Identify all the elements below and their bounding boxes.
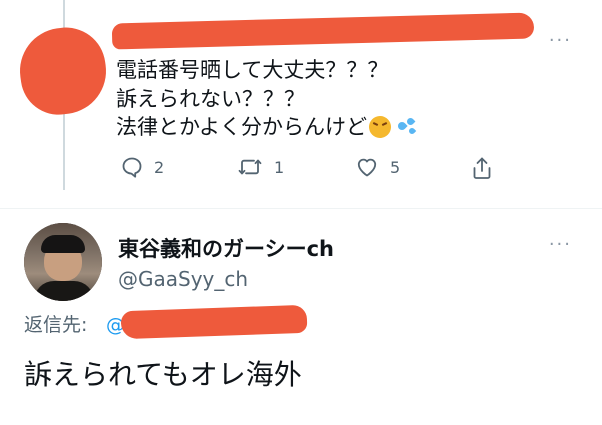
avatar[interactable] (24, 223, 102, 301)
tweet-divider (0, 208, 602, 209)
retweet-count: 1 (274, 157, 285, 177)
reply-to-label: 返信先: (24, 314, 88, 336)
display-name[interactable]: 東谷義和のガーシーch (118, 236, 334, 262)
reply-count: 2 (154, 157, 165, 177)
retweet-icon (238, 159, 262, 175)
tweet-actions: 2 1 5 (116, 155, 506, 185)
tweet-line-1: 電話番号晒して大丈夫？？？ (116, 58, 389, 82)
redacted-avatar (14, 22, 112, 120)
sweat-droplets-emoji (395, 116, 419, 137)
redacted-author-name (111, 12, 535, 50)
tweet-line-3: 法律とかよく分からんけど (116, 113, 419, 142)
redacted-mention (120, 304, 308, 340)
reply-icon (122, 157, 142, 178)
more-options-icon[interactable]: ··· (549, 236, 572, 254)
tweet-body: 電話番号晒して大丈夫？？？ 訴えられない？？？ 法律とかよく分からんけど (116, 56, 419, 142)
tweet-line-2: 訴えられない？？？ (116, 86, 305, 111)
like-count: 5 (390, 157, 401, 177)
tweet-line-3-text: 法律とかよく分からんけど (116, 115, 367, 139)
reply-action[interactable]: 2 (120, 155, 164, 179)
share-action[interactable] (470, 155, 494, 181)
user-handle[interactable]: @GaaSyy_ch (118, 267, 248, 291)
retweet-action[interactable]: 1 (236, 155, 284, 179)
more-options-icon[interactable]: ··· (549, 32, 572, 50)
heart-icon (357, 158, 377, 177)
share-icon (473, 157, 491, 179)
reply-text: 訴えられてもオレ海外 (24, 358, 302, 391)
like-action[interactable]: 5 (354, 155, 400, 179)
confounded-face-emoji (368, 116, 391, 138)
